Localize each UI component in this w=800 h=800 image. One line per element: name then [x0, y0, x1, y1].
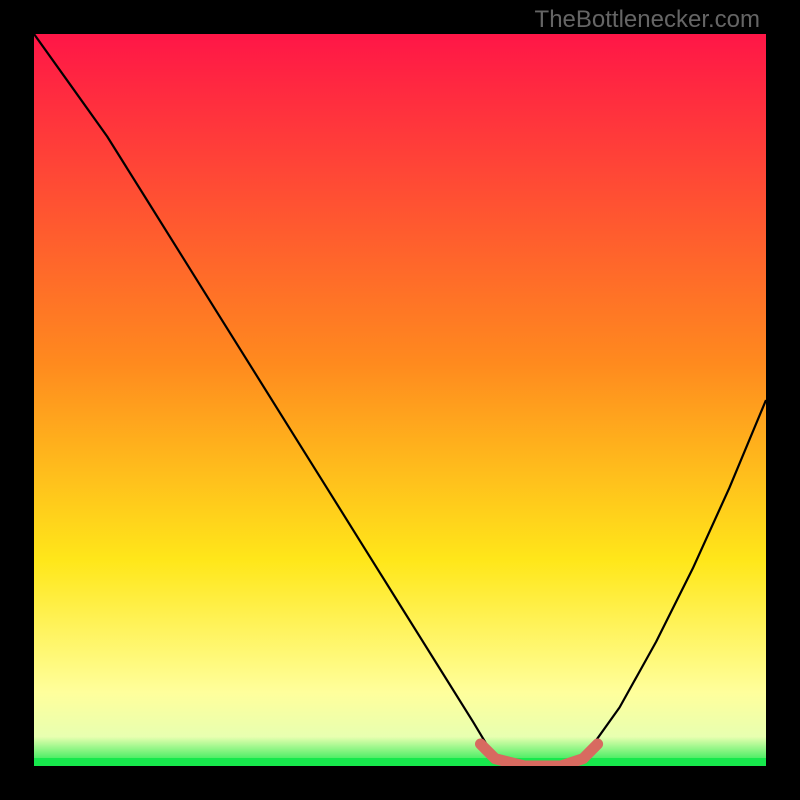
- watermark-text: TheBottlenecker.com: [535, 6, 760, 34]
- chart-svg: [34, 34, 766, 766]
- plot-area: [34, 34, 766, 766]
- chart-frame: TheBottlenecker.com: [0, 0, 800, 800]
